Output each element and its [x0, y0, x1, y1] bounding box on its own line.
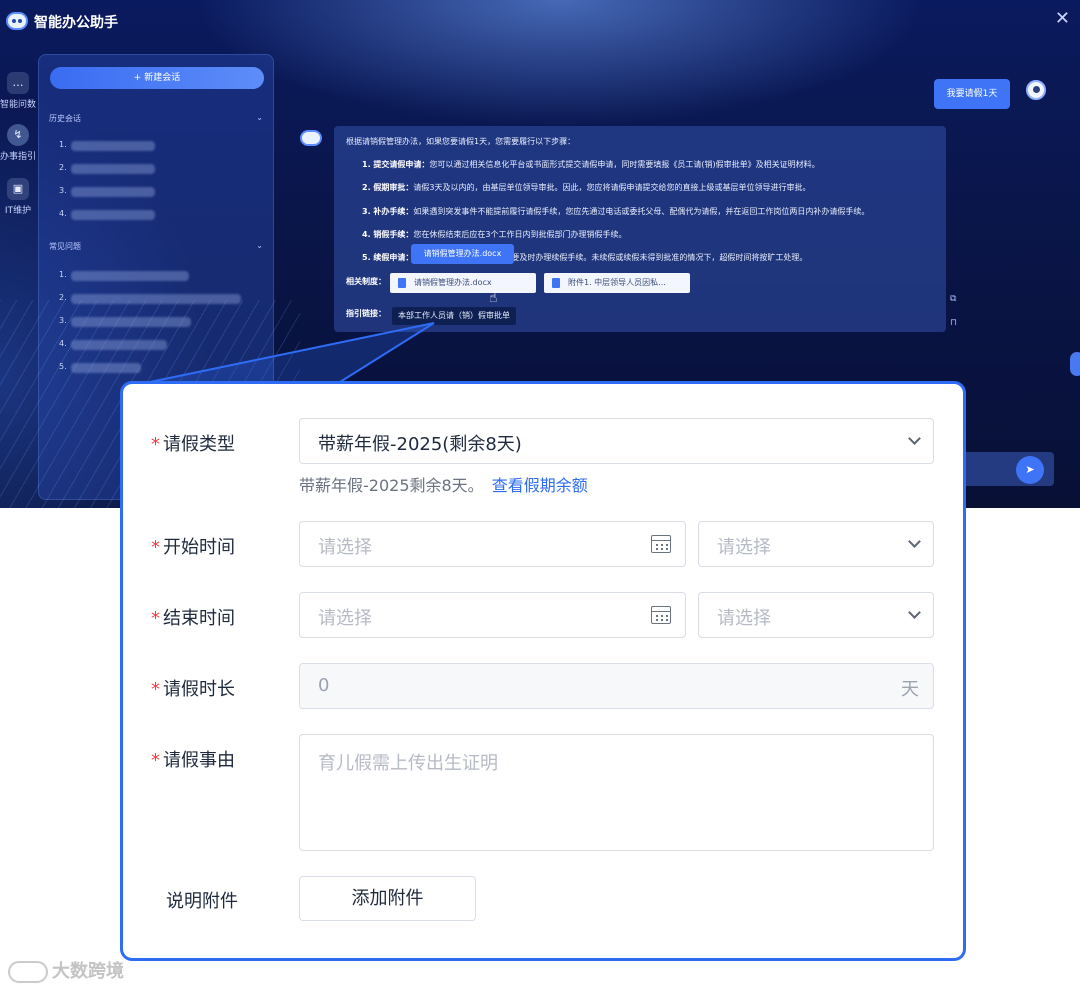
reason-placeholder: 育儿假需上传出生证明 [318, 753, 498, 774]
history-section-title: 历史会话 [49, 114, 81, 123]
attachment-label: 说明附件 [166, 891, 238, 912]
faq-item[interactable]: 1. [59, 270, 189, 282]
nav-item-it[interactable]: ▣ IT维护 [0, 178, 36, 216]
close-icon[interactable]: ✕ [1055, 10, 1070, 28]
chevron-down-icon[interactable]: ⌄ [256, 241, 263, 250]
start-time-label: * 开始时间 [151, 537, 235, 558]
calendar-icon [651, 606, 671, 624]
app-title: 智能办公助手 [34, 15, 118, 31]
end-period-placeholder: 请选择 [717, 608, 771, 629]
start-date-picker[interactable]: 请选择 [299, 521, 686, 567]
end-time-label: * 结束时间 [151, 608, 235, 629]
history-item[interactable]: 3. [59, 186, 155, 198]
chevron-down-icon[interactable]: ⌄ [256, 113, 263, 122]
reason-label: * 请假事由 [151, 750, 235, 771]
answer-step: 3. 补办手续：如果遇到突发事件不能提前履行请假手续，您应先通过电话或委托父母、… [362, 207, 870, 216]
required-star: * [151, 679, 160, 700]
watermark-logo-icon [8, 961, 48, 983]
start-period-select[interactable]: 请选择 [698, 521, 934, 567]
required-star: * [151, 434, 160, 455]
view-balance-link[interactable]: 查看假期余额 [492, 476, 588, 495]
chevron-down-icon [908, 432, 921, 445]
nav-label: IT维护 [4, 206, 32, 216]
pin-icon[interactable]: ⊓ [950, 318, 957, 328]
doc-tooltip: 请销假管理办法.docx [411, 244, 514, 264]
bot-answer: 根据请销假管理办法，如果您要请假1天，您需要履行以下步骤： 1. 提交请假申请：… [334, 126, 946, 332]
duration-value: 0 [318, 675, 330, 696]
leave-type-value: 带薪年假-2025(剩余8天) [318, 434, 522, 455]
copy-icon[interactable]: ⧉ [950, 294, 956, 304]
add-attachment-button[interactable]: 添加附件 [299, 876, 476, 921]
end-date-placeholder: 请选择 [318, 608, 372, 629]
monitor-icon: ▣ [7, 178, 29, 200]
related-doc-chip[interactable]: 请销假管理办法.docx [390, 273, 536, 293]
nav-label: 智能问数 [0, 100, 37, 110]
new-chat-button[interactable]: + 新建会话 [50, 67, 264, 89]
faq-item[interactable]: 5. [59, 362, 141, 374]
end-date-picker[interactable]: 请选择 [299, 592, 686, 638]
related-doc-chip[interactable]: 附件1. 中层领导人员因私... [544, 273, 690, 293]
guide-link[interactable]: 本部工作人员请（销）假审批单 [392, 307, 516, 325]
answer-step: 2. 假期审批：请假3天及以内的，由基层单位领导审批。因此，您应将请假申请提交给… [362, 183, 811, 192]
end-period-select[interactable]: 请选择 [698, 592, 934, 638]
bot-avatar-icon [300, 130, 322, 146]
scroll-handle[interactable] [1070, 352, 1080, 376]
history-item[interactable]: 4. [59, 209, 155, 221]
faq-item[interactable]: 4. [59, 339, 167, 351]
calendar-icon [651, 535, 671, 553]
user-message: 我要请假1天 [934, 79, 1010, 109]
chevron-down-icon [908, 535, 921, 548]
history-item[interactable]: 2. [59, 163, 155, 175]
start-date-placeholder: 请选择 [318, 537, 372, 558]
guide-label: 指引链接： [346, 309, 386, 318]
nav-label: 办事指引 [0, 152, 37, 162]
robot-logo-icon [6, 12, 28, 30]
leave-type-select[interactable]: 带薪年假-2025(剩余8天) [299, 418, 934, 464]
leave-type-label: * 请假类型 [151, 434, 235, 455]
required-star: * [151, 537, 160, 558]
faq-section-title: 常见问题 [49, 242, 81, 251]
history-item[interactable]: 1. [59, 140, 155, 152]
leave-request-form: * 请假类型 带薪年假-2025(剩余8天) 带薪年假-2025剩余8天。 查看假期… [120, 381, 966, 961]
nav-item-guide[interactable]: ↯ 办事指引 [0, 124, 36, 162]
answer-step: 1. 提交请假申请：您可以通过相关信息化平台或书面形式提交请假申请，同时需要填报… [362, 160, 820, 169]
answer-step: 4. 销假手续：您在休假结束后应在3个工作日内到批假部门办理销假手续。 [362, 230, 627, 239]
chat-bubble-icon: … [7, 72, 29, 94]
mouse-pointer-icon: ☝ [489, 290, 498, 306]
required-star: * [151, 750, 160, 771]
chevron-down-icon [908, 606, 921, 619]
duration-label: * 请假时长 [151, 679, 235, 700]
watermark: 大数跨境 [8, 957, 124, 983]
duration-unit: 天 [901, 679, 919, 700]
user-avatar[interactable] [1026, 80, 1046, 100]
required-star: * [151, 608, 160, 629]
send-button[interactable]: ➤ [1016, 456, 1044, 484]
guide-icon: ↯ [7, 124, 29, 146]
faq-item[interactable]: 2. [59, 293, 241, 305]
duration-input[interactable]: 0 天 [299, 663, 934, 709]
faq-item[interactable]: 3. [59, 316, 191, 328]
leave-balance-hint: 带薪年假-2025剩余8天。 查看假期余额 [299, 472, 588, 496]
nav-item-smart-query[interactable]: … 智能问数 [0, 72, 36, 110]
title-bar: 智能办公助手 ✕ [0, 0, 1080, 44]
related-label: 相关制度： [346, 277, 386, 286]
hint-text: 带薪年假-2025剩余8天。 [299, 476, 484, 495]
answer-intro: 根据请销假管理办法，如果您要请假1天，您需要履行以下步骤： [346, 137, 576, 146]
reason-textarea[interactable]: 育儿假需上传出生证明 [299, 734, 934, 851]
start-period-placeholder: 请选择 [717, 537, 771, 558]
